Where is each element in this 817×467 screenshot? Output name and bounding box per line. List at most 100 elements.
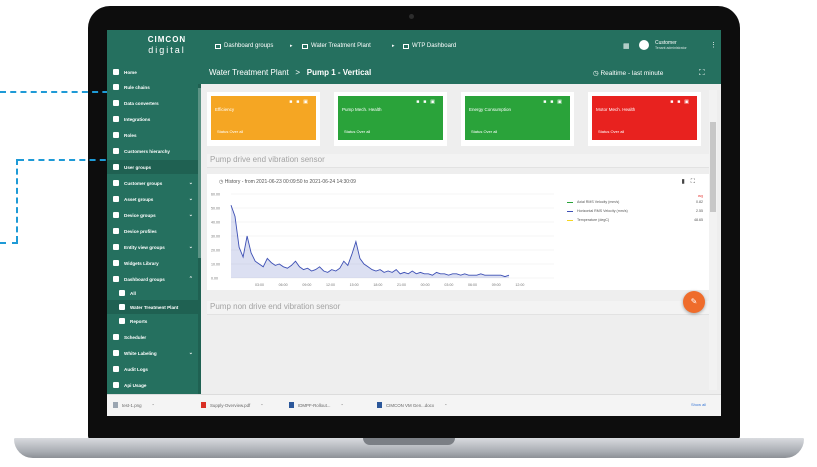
x-tick-label: 21:00 xyxy=(397,283,406,287)
download-item[interactable]: test-1.png ⌃ xyxy=(113,402,155,408)
dashboard-wtp-icon xyxy=(119,304,125,310)
status-card-energy-consumption[interactable]: ■■▣ Energy Consumption Status Over all xyxy=(461,92,574,146)
chevron-down-icon: ⌄ xyxy=(188,350,193,356)
sidebar-scrollbar[interactable] xyxy=(198,84,201,394)
x-tick-label: 12:00 xyxy=(515,283,524,287)
history-label[interactable]: ◷ History - from 2021-06-23 00:09:50 to … xyxy=(219,179,356,185)
legend-item[interactable]: Axial RMS Velocity (mm/s) 0.82 xyxy=(567,199,703,208)
pencil-icon: ✎ xyxy=(690,297,698,306)
sidebar-item-reports[interactable]: Reports xyxy=(107,314,199,328)
dashboard-all-icon xyxy=(119,290,125,296)
sidebar-item-user-groups[interactable]: User groups xyxy=(107,160,199,174)
legend-item[interactable]: Horizontal RMS Velocity (mm/s) 2.55 xyxy=(567,208,703,217)
card-body: ■■▣ Energy Consumption Status Over all xyxy=(465,96,570,140)
download-item[interactable]: Supply-Overview.pdf ⌃ xyxy=(201,402,264,408)
sidebar-item-label: Api Usage xyxy=(124,382,147,388)
scrollbar-thumb[interactable] xyxy=(710,122,716,212)
sidebar-item-customers-hierarchy[interactable]: Customers hierarchy xyxy=(107,144,199,158)
legend-swatch xyxy=(567,202,573,203)
show-all-link[interactable]: Show all xyxy=(691,402,706,407)
download-label: Supply-Overview.pdf xyxy=(210,402,251,408)
fullscreen-toggle-icon[interactable]: ▦ xyxy=(623,42,630,50)
sidebar-item-scheduler[interactable]: Scheduler xyxy=(107,330,199,344)
sidebar-item-all[interactable]: All xyxy=(107,286,199,300)
content-scrollbar[interactable] xyxy=(709,90,717,390)
card-action-icons[interactable]: ■■▣ xyxy=(289,99,312,105)
widgets-icon xyxy=(113,260,119,266)
sidebar-item-widgets-library[interactable]: Widgets Library xyxy=(107,256,199,270)
download-label: test-1.png xyxy=(122,402,142,408)
logo-line2: digital xyxy=(148,45,186,55)
chevron-up-icon: ⌃ xyxy=(260,402,264,408)
section-title: Pump drive end vibration sensor xyxy=(210,155,325,164)
sidebar-item-device-profiles[interactable]: Device profiles xyxy=(107,224,199,238)
white-label-icon xyxy=(113,350,119,356)
chart-actions[interactable]: ▮⛶ xyxy=(681,178,701,186)
sidebar-item-audit-logs[interactable]: Audit Logs xyxy=(107,362,199,376)
dashboard-icon xyxy=(113,276,119,282)
sidebar-item-roles[interactable]: Roles xyxy=(107,128,199,142)
card-action-icons[interactable]: ■■▣ xyxy=(543,99,566,105)
x-tick-label: 09:00 xyxy=(302,283,311,287)
section-drive-end: Pump drive end vibration sensor xyxy=(207,154,713,168)
y-tick-label: 10.00 xyxy=(211,263,220,267)
breadcrumb-wtp-dashboard[interactable]: WTP Dashboard xyxy=(403,43,456,49)
download-item[interactable]: IDMPF-Rollout... ⌃ xyxy=(289,402,344,408)
sidebar-item-label: Water Treatment Plant xyxy=(130,304,179,310)
sidebar-item-label: Widgets Library xyxy=(124,260,159,266)
fullscreen-icon[interactable]: ⛶ xyxy=(699,68,705,78)
y-tick-label: 30.00 xyxy=(211,235,220,239)
x-tick-label: 00:00 xyxy=(421,283,430,287)
sidebar: Home Rule chains Data converters Integra… xyxy=(107,62,199,394)
scrollbar-thumb[interactable] xyxy=(198,88,201,258)
card-title: Motor Mech. Health xyxy=(596,107,636,112)
status-card-motor-mech-health[interactable]: ■■▣ Motor Mech. Health Status Over all xyxy=(588,92,701,146)
sidebar-item-data-converters[interactable]: Data converters xyxy=(107,96,199,110)
chevron-up-icon: ⌃ xyxy=(444,402,448,408)
card-action-icons[interactable]: ■■▣ xyxy=(670,99,693,105)
y-tick-label: 40.00 xyxy=(211,221,220,225)
sidebar-item-water-treatment-plant[interactable]: Water Treatment Plant xyxy=(107,300,199,314)
sidebar-item-white-labeling[interactable]: White Labeling ⌄ xyxy=(107,346,199,360)
sidebar-item-label: Data converters xyxy=(124,100,159,106)
sidebar-item-asset-groups[interactable]: Asset groups ⌄ xyxy=(107,192,199,206)
sidebar-item-rule-chains[interactable]: Rule chains xyxy=(107,80,199,94)
legend-name: Axial RMS Velocity (mm/s) xyxy=(577,200,620,204)
history-range: History - from 2021-06-23 00:09:50 to 20… xyxy=(224,179,356,185)
account-avatar-icon[interactable] xyxy=(639,40,649,50)
sidebar-item-customer-groups[interactable]: Customer groups ⌄ xyxy=(107,176,199,190)
home-icon xyxy=(113,69,119,75)
edit-fab-button[interactable]: ✎ xyxy=(683,291,705,313)
sidebar-item-dashboard-groups[interactable]: Dashboard groups ⌃ xyxy=(107,272,199,286)
card-action-icons[interactable]: ■■▣ xyxy=(416,99,439,105)
legend-value: 48.65 xyxy=(694,218,703,222)
chevron-down-icon: ⌄ xyxy=(188,244,193,250)
legend-item[interactable]: Temperature (degC) 48.65 xyxy=(567,217,703,226)
logo: CIMCON digital xyxy=(137,35,197,56)
sidebar-item-device-groups[interactable]: Device groups ⌄ xyxy=(107,208,199,222)
breadcrumb-label: WTP Dashboard xyxy=(412,43,457,49)
callout-line-sensor-vertical xyxy=(16,159,18,242)
status-card-pump-mech-health[interactable]: ■■▣ Pump Mech. Health Status Over all xyxy=(334,92,447,146)
state-parent-link[interactable]: Water Treatment Plant xyxy=(209,68,289,77)
user-role: Tenant administrator xyxy=(655,46,687,50)
breadcrumb-separator-icon: ▸ xyxy=(392,43,395,49)
sidebar-item-entity-view-groups[interactable]: Entity view groups ⌄ xyxy=(107,240,199,254)
card-body: ■■▣ Motor Mech. Health Status Over all xyxy=(592,96,697,140)
more-vert-icon[interactable]: ⋮ xyxy=(710,41,717,49)
sidebar-item-label: Customers hierarchy xyxy=(124,148,170,154)
card-status: Status Over all xyxy=(598,129,625,134)
sidebar-item-home[interactable]: Home xyxy=(107,65,199,79)
dashboard-title: Water Treatment Plant > Pump 1 - Vertica… xyxy=(209,68,371,77)
integration-icon xyxy=(113,116,119,122)
timewindow-selector[interactable]: ◷ Realtime - last minute xyxy=(593,69,663,77)
series-area xyxy=(231,205,509,278)
breadcrumb-water-treatment-plant[interactable]: Water Treatment Plant xyxy=(302,43,371,49)
sidebar-item-api-usage[interactable]: Api Usage xyxy=(107,378,199,392)
sidebar-item-integrations[interactable]: Integrations xyxy=(107,112,199,126)
device-icon xyxy=(113,212,119,218)
sidebar-item-label: Roles xyxy=(124,132,137,138)
status-card-efficiency[interactable]: ■■▣ Efficiency Status Over all xyxy=(207,92,320,146)
breadcrumb-dashboard-groups[interactable]: Dashboard groups xyxy=(215,43,273,49)
download-item[interactable]: CIMCON VM Gen...docx ⌃ xyxy=(377,402,447,408)
